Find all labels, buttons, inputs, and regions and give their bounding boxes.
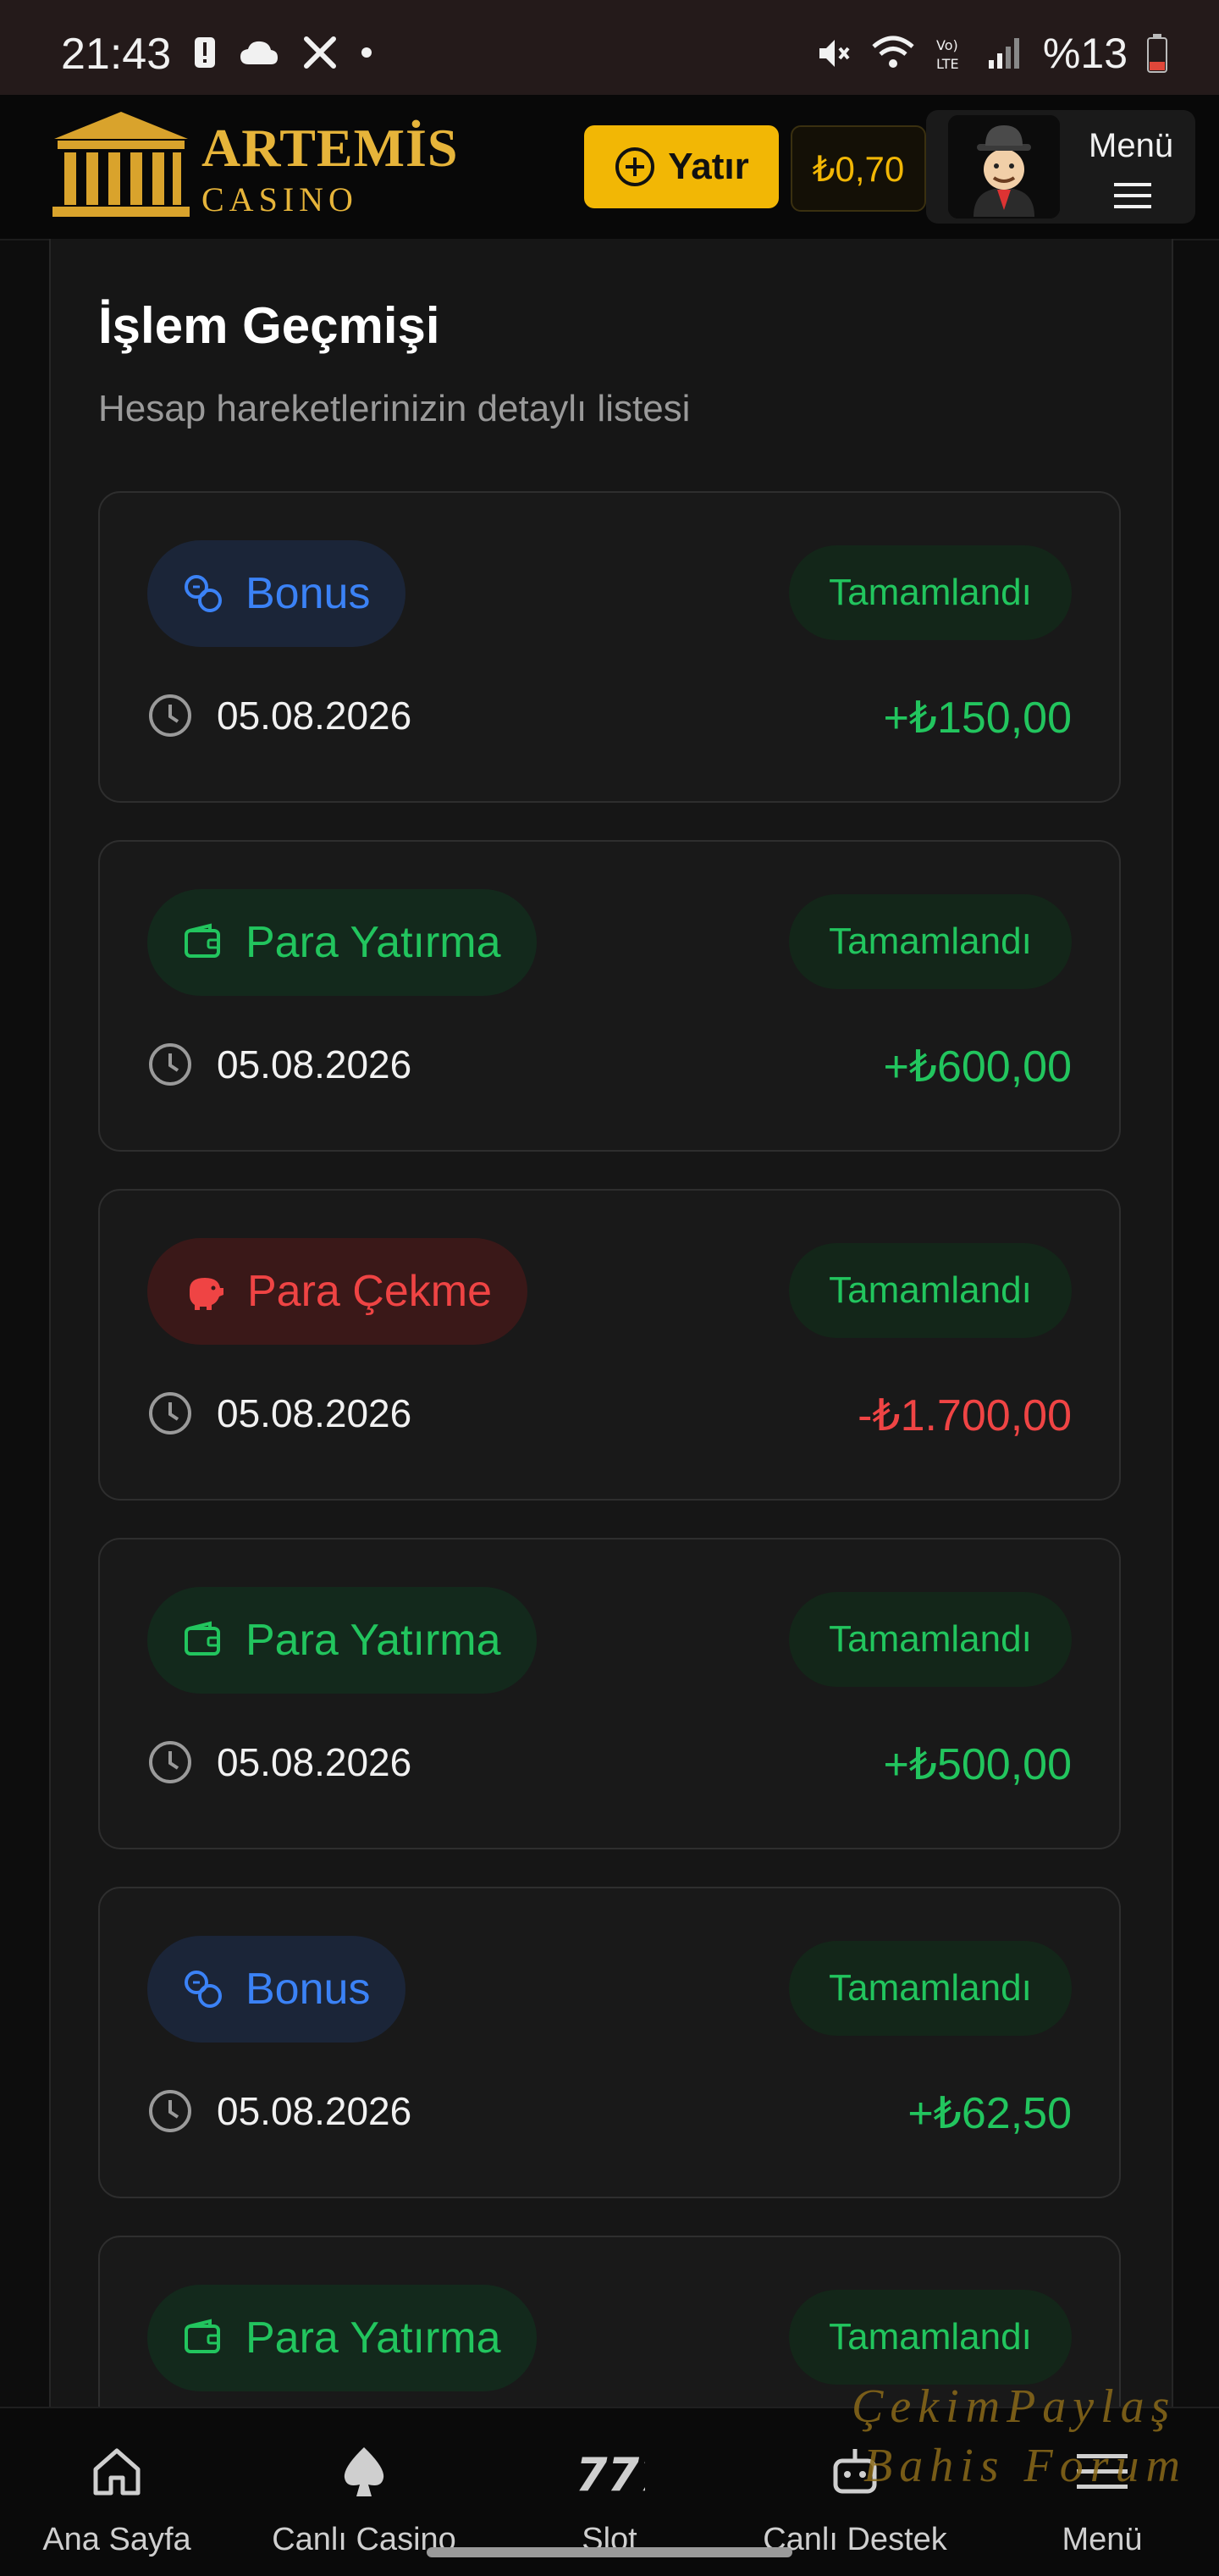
status-badge: Tamamlandı	[789, 1592, 1072, 1687]
plus-circle-icon	[615, 147, 655, 186]
clock-icon	[149, 1392, 191, 1434]
status-badge: Tamamlandı	[789, 1243, 1072, 1338]
transaction-date-text: 05.08.2026	[217, 1740, 412, 1784]
signal-icon	[988, 38, 1019, 69]
menu-label: Menü	[1089, 127, 1174, 164]
volte-icon: Vo) LTE	[936, 37, 959, 72]
svg-text:777: 777	[576, 2448, 645, 2497]
transaction-date-text: 05.08.2026	[217, 2089, 412, 2133]
piggy-bank-icon	[190, 1278, 223, 1310]
wallet-icon	[185, 1621, 220, 1656]
nav-item-live-casino[interactable]: Canlı Casino	[262, 2442, 466, 2558]
transaction-type-label: Para Yatırma	[245, 918, 501, 967]
deposit-button[interactable]: Yatır	[584, 125, 779, 208]
transaction-type-badge: Para Yatırma	[147, 1587, 537, 1694]
logo-subtitle: CASINO	[201, 180, 358, 218]
transaction-type-badge: Para Yatırma	[147, 2285, 537, 2391]
transaction-card[interactable]: Para Yatırma Tamamlandı 05.08.2026 +₺600…	[98, 840, 1121, 1152]
battery-icon	[1147, 34, 1167, 73]
balance-display[interactable]: ₺0,70	[791, 125, 926, 212]
hamburger-icon	[1114, 183, 1151, 208]
site-header: ARTEMİS CASINO Yatır ₺0,70 Menü	[0, 95, 1219, 240]
transaction-amount: +₺150,00	[883, 694, 1073, 743]
dot-icon	[361, 47, 372, 58]
cloud-icon	[240, 41, 278, 64]
status-bar: 21:43 Vo) LTE %13	[0, 0, 1219, 95]
temple-icon	[52, 112, 190, 217]
transaction-type-badge: Para Çekme	[147, 1238, 527, 1345]
svg-text:Vo): Vo)	[936, 37, 958, 53]
transaction-type-label: Para Yatırma	[245, 1616, 501, 1665]
transaction-type-label: Bonus	[245, 569, 371, 618]
status-badge: Tamamlandı	[789, 545, 1072, 640]
coins-icon	[185, 1971, 222, 2008]
transaction-type-label: Bonus	[245, 1965, 371, 2014]
mute-icon	[819, 40, 850, 67]
wallet-icon	[185, 2319, 220, 2353]
transaction-amount: -₺1.700,00	[858, 1391, 1072, 1440]
transaction-card[interactable]: Para Yatırma Tamamlandı 05.08.2026 +₺500…	[98, 1538, 1121, 1849]
artemis-logo[interactable]: ARTEMİS CASINO	[49, 108, 457, 220]
transaction-type-badge: Bonus	[147, 540, 406, 647]
transaction-date: 05.08.2026	[147, 1390, 411, 1436]
transaction-type-badge: Para Yatırma	[147, 889, 537, 996]
transaction-card[interactable]: Para Çekme Tamamlandı 05.08.2026 -₺1.700…	[98, 1189, 1121, 1501]
transaction-type-label: Para Yatırma	[245, 2313, 501, 2363]
status-badge: Tamamlandı	[789, 894, 1072, 989]
coins-icon	[185, 575, 222, 612]
clock-icon	[149, 2090, 191, 2132]
transaction-date: 05.08.2026	[147, 1042, 411, 1087]
nav-item-slot[interactable]: 777 Slot	[508, 2442, 711, 2558]
system-icons: Vo) LTE %13	[814, 29, 1168, 78]
transaction-date-text: 05.08.2026	[217, 1391, 412, 1435]
transaction-type-badge: Bonus	[147, 1936, 406, 2043]
alert-icon	[195, 37, 215, 68]
clock-icon	[149, 1043, 191, 1086]
tools-icon	[304, 36, 336, 69]
profile-menu[interactable]: Menü	[926, 110, 1195, 224]
nav-item-home[interactable]: Ana Sayfa	[15, 2442, 218, 2558]
transaction-date-text: 05.08.2026	[217, 694, 412, 738]
logo-title: ARTEMİS	[201, 118, 459, 178]
clock-icon	[149, 1741, 191, 1783]
nav-label: Menü	[1062, 2522, 1143, 2557]
watermark-line2: Bahis Forum	[863, 2440, 1187, 2492]
transaction-type-label: Para Çekme	[247, 1267, 492, 1316]
clock-icon	[149, 694, 191, 737]
page-title: İşlem Geçmişi	[98, 297, 440, 354]
deposit-label: Yatır	[668, 146, 749, 187]
notification-icons	[193, 34, 372, 71]
transaction-date-text: 05.08.2026	[217, 1042, 412, 1086]
slot-777-icon: 777	[576, 2448, 645, 2497]
svg-text:LTE: LTE	[936, 56, 959, 72]
gesture-home-bar[interactable]	[427, 2547, 792, 2557]
battery-percent: %13	[1042, 30, 1128, 77]
spade-icon	[344, 2447, 384, 2496]
page-subtitle: Hesap hareketlerinizin detaylı listesi	[98, 388, 691, 429]
avatar[interactable]	[948, 115, 1060, 218]
status-time: 21:43	[61, 30, 172, 79]
transaction-date: 05.08.2026	[147, 693, 411, 738]
status-badge: Tamamlandı	[789, 2290, 1072, 2385]
transaction-amount: +₺62,50	[907, 2089, 1072, 2138]
wallet-icon	[185, 923, 220, 958]
transaction-card[interactable]: Bonus Tamamlandı 05.08.2026 +₺62,50	[98, 1887, 1121, 2198]
transaction-amount: +₺600,00	[883, 1042, 1073, 1092]
transaction-date: 05.08.2026	[147, 1739, 411, 1785]
wifi-icon	[872, 36, 914, 68]
status-badge: Tamamlandı	[789, 1941, 1072, 2036]
transaction-date: 05.08.2026	[147, 2088, 411, 2134]
transaction-card[interactable]: Bonus Tamamlandı 05.08.2026 +₺150,00	[98, 491, 1121, 803]
nav-label: Ana Sayfa	[42, 2522, 191, 2557]
home-icon	[93, 2448, 141, 2496]
transaction-amount: +₺500,00	[883, 1740, 1073, 1789]
detective-avatar-icon	[948, 115, 1060, 218]
watermark-line1: ÇekimPaylaş	[852, 2380, 1177, 2433]
